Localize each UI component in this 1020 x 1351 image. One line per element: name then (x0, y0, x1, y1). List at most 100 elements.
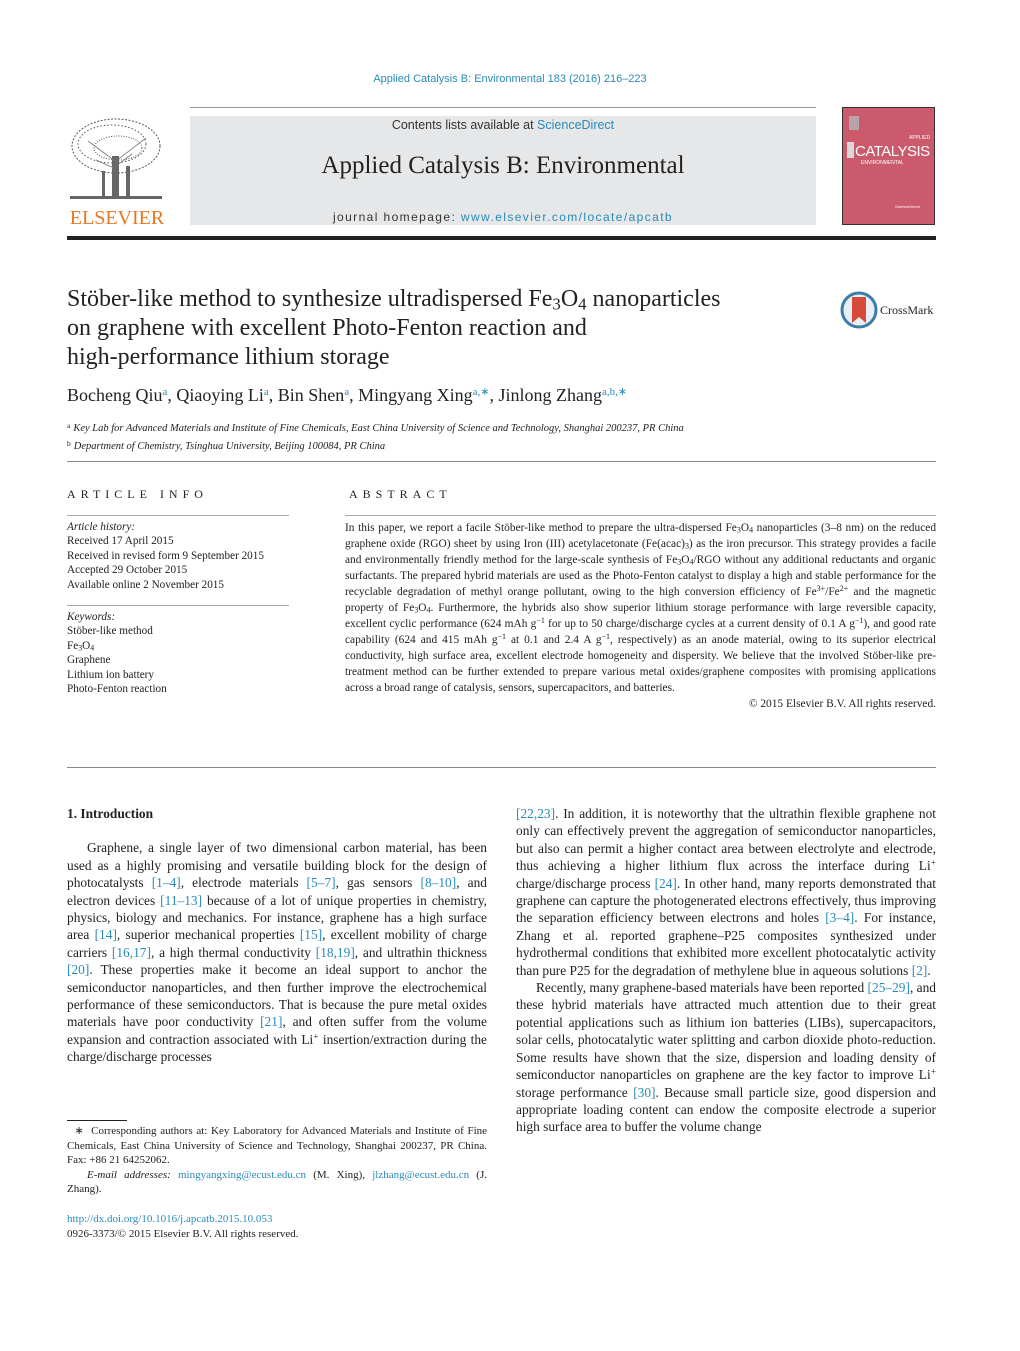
text-run: . (927, 962, 931, 978)
doi-link[interactable]: http://dx.doi.org/10.1016/j.apcatb.2015.… (67, 1213, 272, 1225)
citation-link[interactable]: [20] (67, 962, 89, 977)
article-history: Article history: Received 17 April 2015 … (67, 520, 264, 592)
abstract-text: In this paper, we report a facile Stöber… (345, 522, 937, 694)
author[interactable]: Bocheng Qiua (67, 385, 167, 405)
info-divider (67, 605, 289, 606)
elsevier-tree-icon (70, 118, 162, 199)
abstract-heading: ABSTRACT (349, 487, 452, 501)
history-item: Received 17 April 2015 (67, 535, 174, 548)
citation-link[interactable]: [5–7] (307, 875, 336, 890)
keywords-label: Keywords: (67, 611, 116, 623)
paragraph-continued: [22,23]. In addition, it is noteworthy t… (516, 805, 936, 979)
contents-prefix: Contents lists available at (391, 118, 538, 132)
text-run: , a high thermal conductivity (150, 944, 316, 960)
author[interactable]: Bin Shena (278, 385, 349, 405)
article-info-heading: ARTICLE INFO (67, 487, 208, 501)
citation-link[interactable]: [16,17] (112, 945, 151, 960)
author[interactable]: Jinlong Zhanga,b,∗ (499, 385, 628, 405)
citation-link[interactable]: [15] (300, 927, 322, 942)
citation-link[interactable]: [25–29] (868, 980, 910, 995)
contents-line: Contents lists available at ScienceDirec… (190, 118, 816, 132)
text-run: , superior mechanical properties (116, 927, 300, 943)
crossmark-icon (840, 291, 878, 329)
affiliation: a Key Lab for Advanced Materials and Inst… (67, 421, 684, 434)
abstract-copyright: © 2015 Elsevier B.V. All rights reserved… (748, 698, 936, 710)
text-run: , electrode materials (180, 875, 307, 891)
author[interactable]: Mingyang Xinga,∗ (358, 385, 489, 405)
crossmark-label: CrossMark (880, 303, 934, 317)
crossmark-button[interactable]: CrossMark (840, 291, 940, 329)
author-list: Bocheng Qiua, Qiaoying Lia, Bin Shena, M… (67, 385, 628, 405)
footnote-divider (67, 1120, 127, 1121)
homepage-prefix: journal homepage: (332, 210, 461, 224)
footnote-text: ∗ Corresponding authors at: Key Laborato… (67, 1125, 488, 1166)
history-label: Article history: (67, 521, 136, 533)
keyword: Lithium ion battery (67, 668, 154, 681)
affiliation: b Department of Chemistry, Tsinghua Unive… (67, 439, 386, 452)
info-divider (67, 515, 289, 516)
abstract-body: In this paper, we report a facile Stöber… (345, 520, 936, 712)
journal-homepage: journal homepage: www.elsevier.com/locat… (190, 210, 816, 224)
cover-sciencedirect: ScienceDirect (895, 204, 920, 209)
email-link[interactable]: jlzhang@ecust.edu.cn (372, 1169, 469, 1181)
affiliations: a Key Lab for Advanced Materials and Inst… (67, 418, 684, 454)
text-run: storage performance (516, 1084, 634, 1100)
email-link[interactable]: mingyangxing@ecust.edu.cn (178, 1169, 306, 1181)
citation-link[interactable]: [8–10] (421, 875, 457, 890)
citation-link[interactable]: [1–4] (152, 875, 181, 890)
text-run: , and ultrathin thickness (354, 944, 487, 960)
sciencedirect-link[interactable]: ScienceDirect (537, 118, 614, 132)
keyword: Stöber-like method (67, 625, 153, 638)
homepage-link[interactable]: www.elsevier.com/locate/apcatb (461, 210, 673, 224)
cover-applied-text: APPLIED (909, 135, 931, 141)
citation-link[interactable]: [11–13] (160, 893, 202, 908)
history-item: Accepted 29 October 2015 (67, 564, 188, 577)
citation-link[interactable]: [21] (260, 1014, 282, 1029)
citation-link[interactable]: [2] (912, 963, 928, 978)
section-heading: 1. Introduction (67, 806, 154, 821)
journal-title: Applied Catalysis B: Environmental (321, 152, 685, 179)
keyword: Photo-Fenton reaction (67, 683, 167, 696)
title-line-1: Stöber-like method to synthesize ultradi… (67, 286, 721, 314)
citation-link[interactable]: [18,19] (316, 945, 355, 960)
journal-cover-thumbnail[interactable]: APPLIED CATALYSIS ENVIRONMENTAL ScienceD… (842, 107, 935, 225)
author[interactable]: Qiaoying Lia (176, 385, 268, 405)
body-column-left: 1. Introduction Graphene, a single layer… (67, 805, 487, 1066)
superscript: + (930, 1067, 936, 1078)
cover-title: CATALYSIS (847, 142, 930, 160)
cover-subtitle: ENVIRONMENTAL (861, 160, 904, 166)
text-run: Recently, many graphene-based materials … (536, 980, 868, 996)
header-divider (190, 107, 816, 108)
section-divider (67, 461, 936, 462)
elsevier-wordmark: ELSEVIER (69, 207, 165, 229)
email-line: E-mail addresses: mingyangxing@ecust.edu… (67, 1168, 487, 1196)
history-item: Received in revised form 9 September 201… (67, 549, 264, 562)
abstract-divider (345, 515, 936, 516)
header-thick-divider (67, 236, 936, 240)
citation-link[interactable]: [14] (95, 927, 117, 942)
doi-block: http://dx.doi.org/10.1016/j.apcatb.2015.… (67, 1212, 299, 1241)
section-divider (67, 767, 936, 768)
text-run: . In addition, it is noteworthy that the… (516, 806, 936, 874)
superscript: + (930, 858, 936, 869)
text-run: , and these hybrid materials have attrac… (516, 980, 936, 1083)
elsevier-logo[interactable]: ELSEVIER (66, 116, 168, 229)
cover-logo-icon (849, 116, 859, 130)
paragraph: Graphene, a single layer of two dimensio… (67, 839, 487, 1065)
citation-link[interactable]: [24] (655, 876, 677, 891)
article-title: Stöber-like method to synthesize ultradi… (67, 285, 827, 372)
body-column-right: [22,23]. In addition, it is noteworthy t… (516, 805, 936, 1136)
text-run: charge/discharge process (516, 875, 655, 891)
citation-link[interactable]: [3–4] (825, 910, 854, 925)
issn-line: 0926-3373/© 2015 Elsevier B.V. All right… (67, 1227, 299, 1240)
keyword: Graphene (67, 654, 111, 667)
keywords: Keywords: Stöber-like method Fe3O4 Graph… (67, 610, 167, 696)
history-item: Available online 2 November 2015 (67, 578, 224, 591)
text-run: , gas sensors (335, 875, 421, 891)
citation-link[interactable]: [30] (633, 1085, 655, 1100)
title-line-3: high-performance lithium storage (67, 344, 390, 370)
title-line-2: on graphene with excellent Photo-Fenton … (67, 315, 587, 341)
keyword: Fe3O4 (67, 639, 95, 653)
journal-reference[interactable]: Applied Catalysis B: Environmental 183 (… (0, 73, 1020, 85)
citation-link[interactable]: [22,23] (516, 806, 555, 821)
